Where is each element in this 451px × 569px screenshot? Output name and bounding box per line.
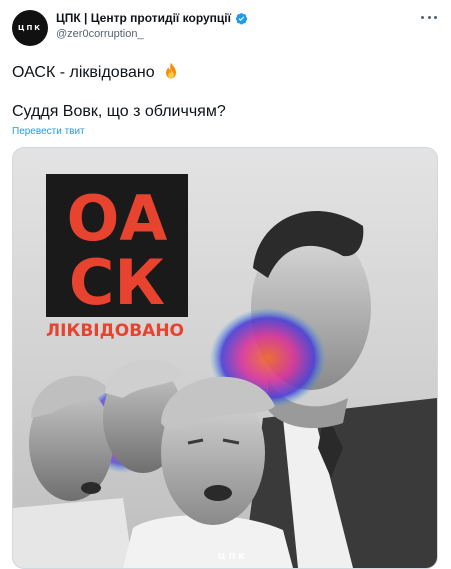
- poster-text-row1: ОА: [67, 182, 168, 255]
- author-name-row: ЦПК | Центр протидії корупції: [56, 11, 248, 25]
- tweet-media-image[interactable]: ОА СК ЛІКВІДОВАНО ЦПК: [12, 147, 438, 569]
- tweet-card: ЦПК ЦПК | Центр протидії корупції @zer0c…: [0, 0, 451, 569]
- verified-badge-icon: [235, 12, 248, 25]
- more-options-icon[interactable]: [421, 14, 437, 20]
- tweet-text-1: ОАСК - ліквідовано: [12, 64, 155, 81]
- avatar-text: ЦПК: [17, 24, 43, 32]
- fire-emoji-icon: [163, 62, 179, 84]
- tweet-text-line-2: Суддя Вовк, що з обличчям?: [12, 103, 226, 120]
- poster-title-block: ОА СК ЛІКВІДОВАНО: [46, 174, 188, 341]
- tweet-text-line-1: ОАСК - ліквідовано: [12, 62, 179, 84]
- avatar[interactable]: ЦПК: [12, 10, 48, 46]
- poster-subtitle: ЛІКВІДОВАНО: [46, 321, 184, 341]
- poster-text-row2: СК: [69, 246, 165, 319]
- translate-tweet-link[interactable]: Перевести твит: [12, 126, 85, 137]
- display-name[interactable]: ЦПК | Центр протидії корупції: [56, 11, 231, 25]
- poster-watermark: ЦПК: [218, 552, 248, 561]
- author-handle[interactable]: @zer0corruption_: [56, 28, 144, 40]
